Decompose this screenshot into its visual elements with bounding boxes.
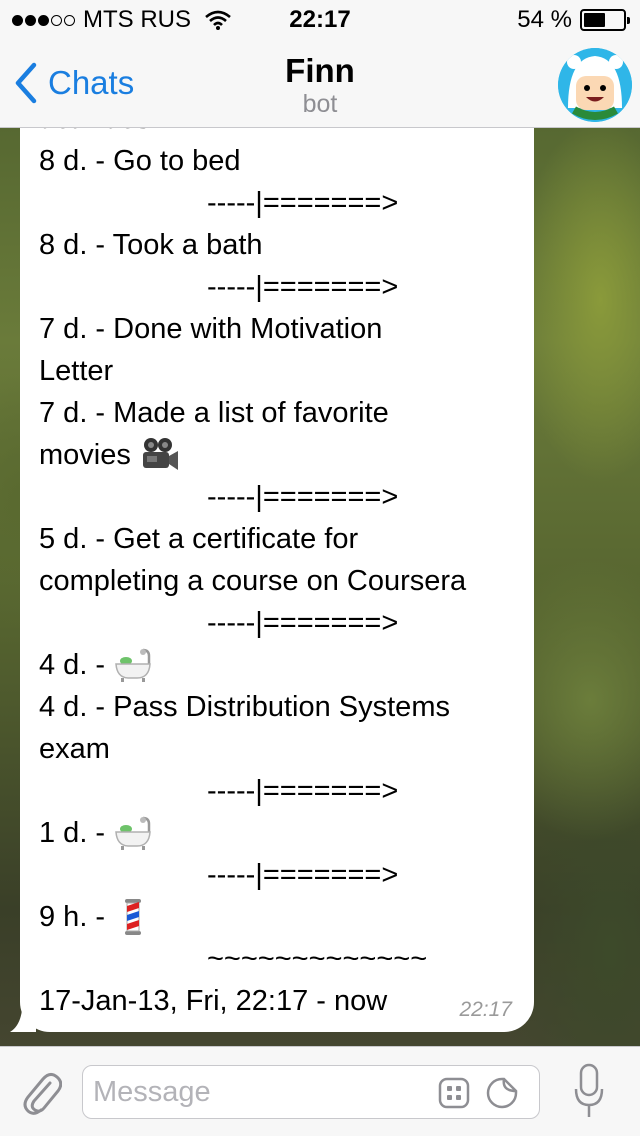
- message-line-text: 7 d. - Done with Motivation: [39, 313, 383, 345]
- message-line: 4 d. - Pass Distribution Systems: [39, 686, 529, 728]
- message-separator-line: -----|=======>: [39, 602, 529, 644]
- battery-percent: 54 %: [517, 6, 572, 33]
- message-line-text: -----|=======>: [207, 607, 399, 639]
- message-bubble[interactable]: activities 8 d. - Go to bed -----|=======>…: [20, 128, 534, 1032]
- message-line: exam: [39, 728, 529, 770]
- message-line: 8 d. - Go to bed: [39, 140, 529, 182]
- message-line-text: -----|=======>: [207, 859, 399, 891]
- message-line: completing a course on Coursera: [39, 560, 529, 602]
- message-line-text: 9 h. -: [39, 901, 106, 933]
- message-line: 17-Jan-13, Fri, 22:17 - now: [39, 980, 529, 1022]
- paperclip-icon[interactable]: [20, 1067, 62, 1117]
- navigation-bar: Chats Finn bot: [0, 40, 640, 128]
- message-line: 5 d. - Get a certificate for: [39, 518, 529, 560]
- message-separator-line: -----|=======>: [39, 770, 529, 812]
- message-line-text: 8 d. - Took a bath: [39, 229, 263, 261]
- message-separator-line: ~~~~~~~~~~~~~: [39, 938, 529, 980]
- finn-avatar-icon[interactable]: [558, 48, 632, 122]
- message-line-text: 4 d. - Pass Distribution Systems: [39, 691, 450, 723]
- input-bar: [0, 1046, 640, 1136]
- message-line-text: 8 d. - Go to bed: [39, 145, 241, 177]
- message-line-text: movies: [39, 439, 131, 471]
- message-separator-line: -----|=======>: [39, 266, 529, 308]
- message-line-text: completing a course on Coursera: [39, 565, 467, 597]
- message-line-text: -----|=======>: [207, 187, 399, 219]
- message-line-text: -----|=======>: [207, 481, 399, 513]
- status-bar: MTS RUS 22:17 54 %: [0, 0, 640, 40]
- message-line-text: Letter: [39, 355, 114, 387]
- battery-icon: [580, 9, 630, 31]
- chat-subtitle: bot: [302, 90, 338, 118]
- message-line: 8 d. - Took a bath: [39, 224, 529, 266]
- message-line-text: 17-Jan-13, Fri, 22:17 - now: [39, 985, 388, 1017]
- message-line-text: -----|=======>: [207, 271, 399, 303]
- message-line: 7 d. - Made a list of favorite: [39, 392, 529, 434]
- microphone-icon[interactable]: [574, 1063, 604, 1119]
- message-line: 1 d. -: [39, 812, 529, 854]
- message-line-text: 5 d. - Get a certificate for: [39, 523, 359, 555]
- battery-level: [584, 13, 605, 27]
- message-timestamp: 22:17: [459, 998, 512, 1021]
- chat-title[interactable]: Finn: [0, 52, 640, 90]
- message-line: movies: [39, 434, 529, 476]
- message-line-text: exam: [39, 733, 110, 765]
- message-line: activities: [39, 128, 529, 140]
- bot-commands-icon[interactable]: [438, 1077, 470, 1109]
- bathtub-icon: [113, 814, 153, 852]
- message-line-text: 4 d. -: [39, 649, 106, 681]
- message-separator-line: -----|=======>: [39, 476, 529, 518]
- message-line: 9 h. -: [39, 896, 529, 938]
- message-line-text: -----|=======>: [207, 775, 399, 807]
- movie-camera-icon: [139, 436, 179, 474]
- barber-pole-icon: [113, 898, 153, 936]
- message-line-text: activities: [39, 128, 150, 140]
- message-line-text: 7 d. - Made a list of favorite: [39, 397, 389, 429]
- message-line: 4 d. -: [39, 644, 529, 686]
- status-right: 54 %: [517, 6, 630, 34]
- message-line: Letter: [39, 350, 529, 392]
- message-line-text: ~~~~~~~~~~~~~: [207, 943, 428, 975]
- bathtub-icon: [113, 646, 153, 684]
- message-line-text: 1 d. -: [39, 817, 106, 849]
- sticker-icon[interactable]: [486, 1077, 518, 1109]
- message-input[interactable]: [82, 1065, 540, 1119]
- message-line: 7 d. - Done with Motivation: [39, 308, 529, 350]
- message-separator-line: -----|=======>: [39, 854, 529, 896]
- message-text: activities 8 d. - Go to bed -----|=======>…: [39, 128, 529, 1022]
- message-separator-line: -----|=======>: [39, 182, 529, 224]
